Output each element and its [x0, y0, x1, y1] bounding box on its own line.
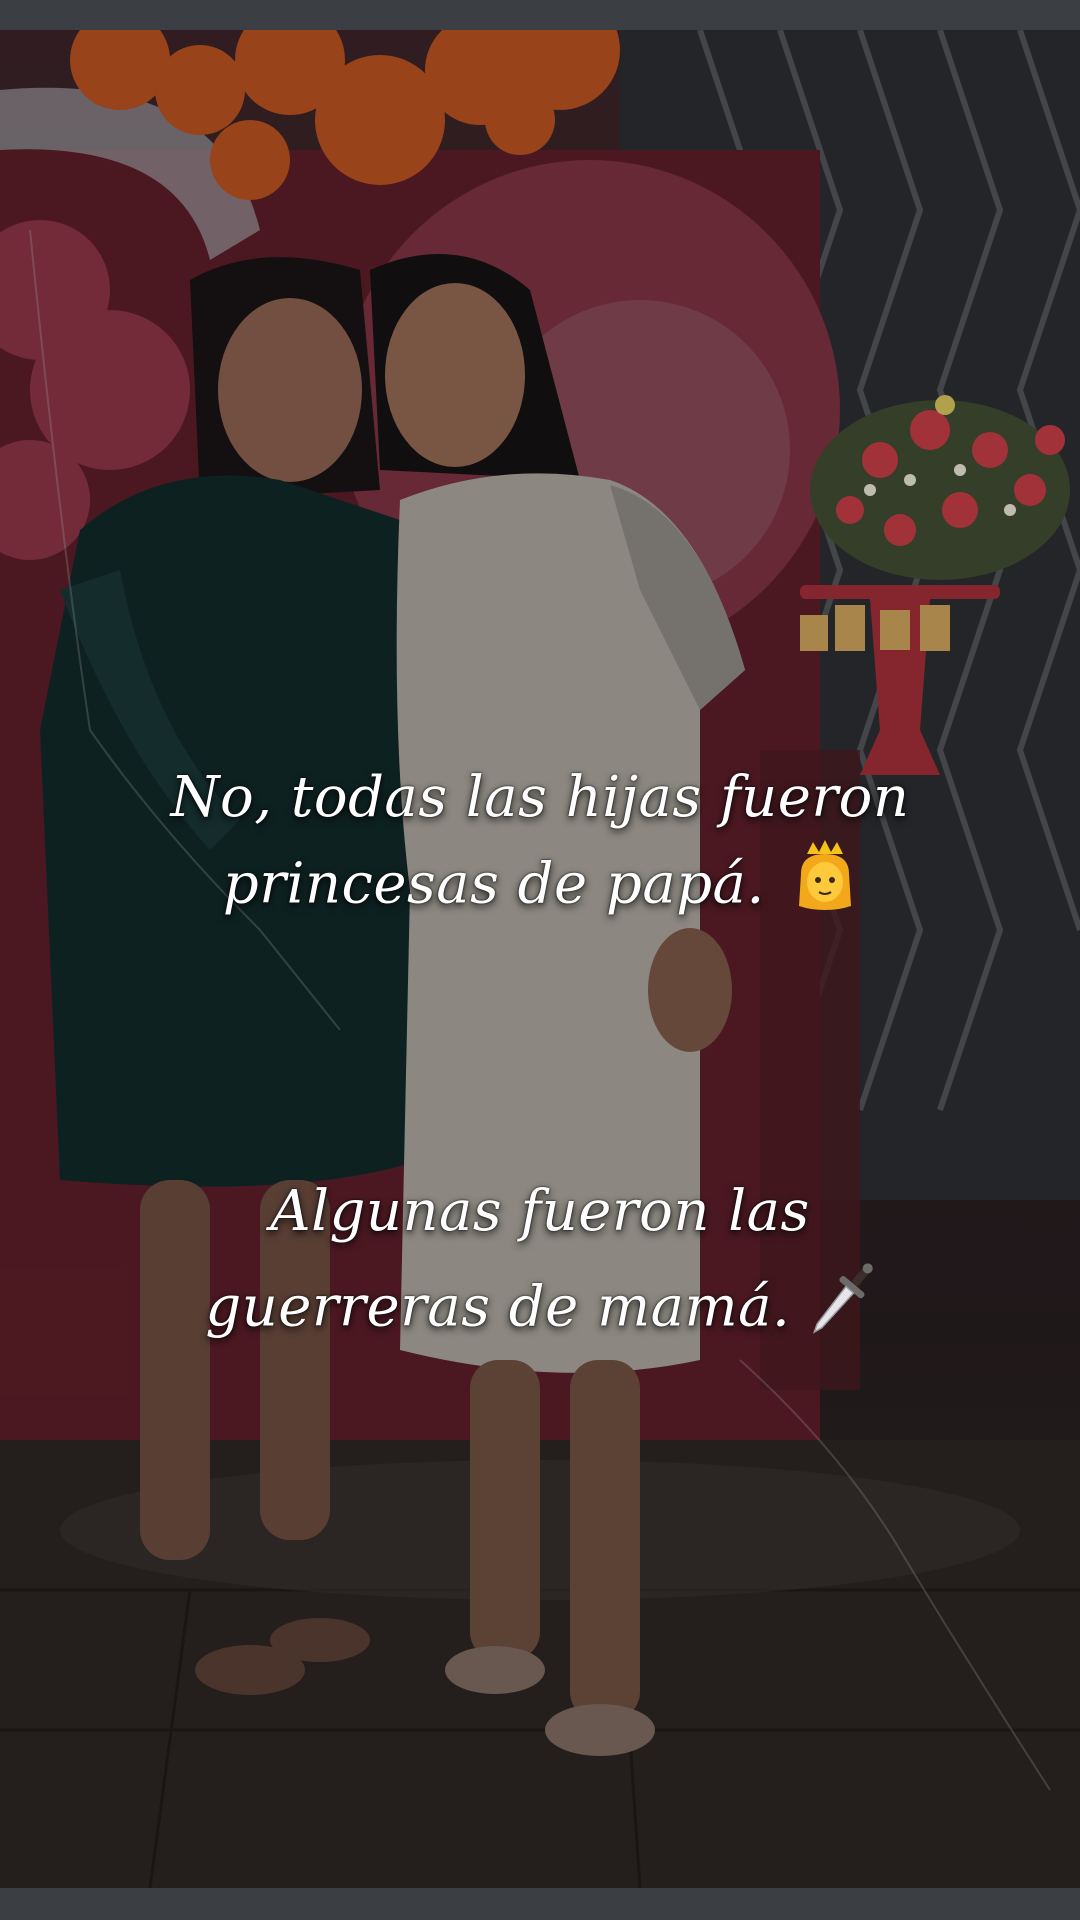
caption-line-3: Algunas fueron las	[270, 1179, 810, 1244]
caption-top: No, todas las hijas fueron princesas de …	[0, 756, 1080, 936]
caption-line-1: No, todas las hijas fueron	[170, 765, 910, 830]
dark-overlay	[0, 30, 1080, 1888]
caption-line-2: princesas de papá.	[222, 851, 765, 917]
bottom-frame-bar	[0, 1888, 1080, 1920]
caption-bottom: Algunas fueron las guerreras de mamá.	[0, 1170, 1080, 1368]
caption-line-4: guerreras de mamá.	[205, 1274, 791, 1340]
caption-line-4-wrap: guerreras de mamá.	[0, 1254, 1080, 1368]
caption-line-2-wrap: princesas de papá.	[0, 840, 1080, 936]
dagger-emoji-icon	[809, 1254, 875, 1368]
background-photo	[0, 30, 1080, 1888]
princess-emoji-icon	[793, 840, 857, 936]
top-frame-bar	[0, 0, 1080, 30]
